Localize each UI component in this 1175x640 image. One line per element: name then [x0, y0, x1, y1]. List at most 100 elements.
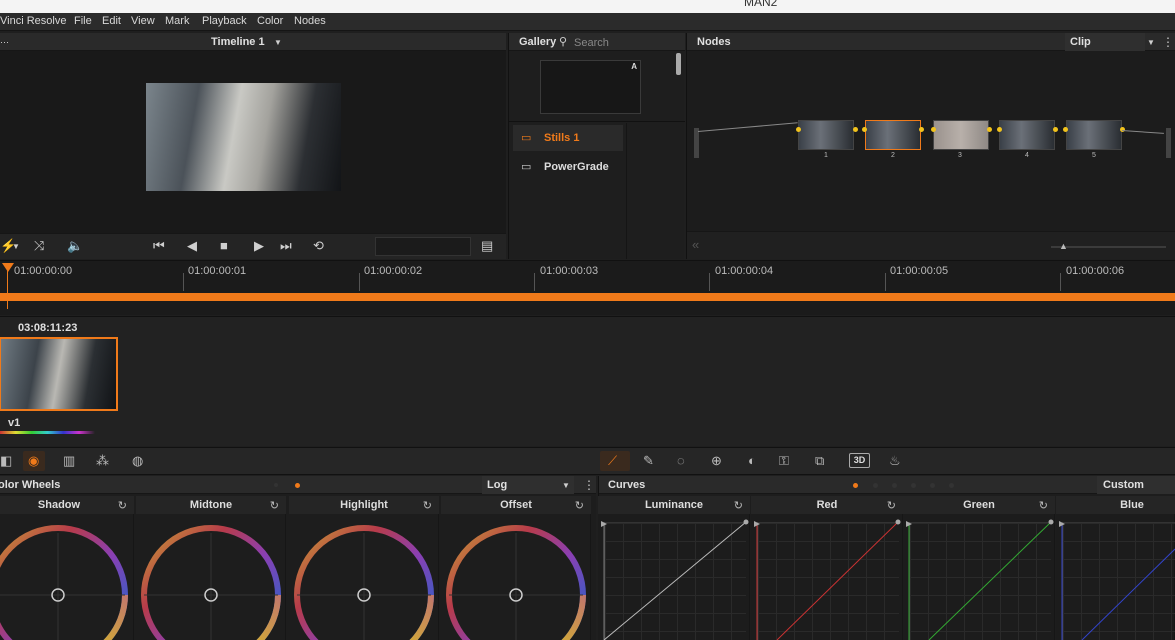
clip-range-bar[interactable]	[0, 293, 1175, 301]
reset-icon[interactable]: ↻	[423, 499, 432, 512]
drag-handle-icon[interactable]: ⋯	[0, 35, 9, 49]
album-stills-1[interactable]: ▭ Stills 1	[513, 125, 623, 151]
page-dot[interactable]	[853, 483, 858, 488]
node-4[interactable]	[999, 120, 1055, 150]
node-output-dot[interactable]	[1053, 127, 1058, 132]
reset-icon[interactable]: ↻	[1039, 499, 1048, 512]
timecode-field[interactable]	[375, 237, 471, 256]
title-bar: MAN2	[0, 0, 1175, 13]
fx-icon[interactable]: ♨	[889, 453, 901, 469]
loop-icon[interactable]: ⟲	[313, 239, 324, 253]
curve-label: Green	[903, 496, 1055, 514]
qualifier-eyedropper-icon[interactable]: ✎	[643, 453, 654, 469]
collapse-icon[interactable]: «	[692, 238, 699, 252]
input-handle[interactable]	[694, 128, 699, 158]
panel-menu-icon[interactable]: ⋮	[1162, 35, 1174, 49]
step-back-icon[interactable]: ◀	[187, 239, 197, 253]
playhead-marker[interactable]	[2, 263, 14, 272]
node-output-dot[interactable]	[853, 127, 858, 132]
wheel-mode-select[interactable]: Log ▼	[482, 476, 574, 494]
skip-end-icon[interactable]: ⏭	[280, 239, 292, 253]
timeline-selector[interactable]: Timeline 1	[211, 36, 265, 48]
node-input-dot[interactable]	[931, 127, 936, 132]
output-handle[interactable]	[1166, 128, 1171, 158]
node-input-dot[interactable]	[1063, 127, 1068, 132]
node-input-dot[interactable]	[997, 127, 1002, 132]
motion-icon[interactable]: ◍	[132, 453, 143, 469]
timecode-tick: 01:00:00:03	[540, 265, 599, 277]
node-output-dot[interactable]	[987, 127, 992, 132]
node-2[interactable]	[865, 120, 921, 150]
play-icon[interactable]: ▶	[254, 239, 264, 253]
page-dot[interactable]	[949, 483, 954, 488]
still-thumbnail[interactable]: A	[540, 60, 641, 114]
clip-thumbnail[interactable]	[0, 337, 118, 411]
reset-icon[interactable]: ↻	[575, 499, 584, 512]
zoom-slider-thumb[interactable]: ▲	[1059, 239, 1068, 253]
skip-start-icon[interactable]: ⏮	[153, 239, 165, 253]
menu-edit[interactable]: Edit	[102, 15, 121, 27]
node-output-dot[interactable]	[919, 127, 924, 132]
panel-menu-icon[interactable]: ⋮	[583, 478, 595, 492]
curves-tab[interactable]: ⟋	[600, 451, 630, 471]
clip-strip: 03:08:11:23 v1	[0, 316, 1175, 446]
node-number: 4	[1025, 152, 1029, 159]
camera-raw-icon[interactable]: ◧	[0, 453, 12, 469]
menu-nodes[interactable]: Nodes	[294, 15, 326, 27]
still-badge: A	[631, 62, 637, 71]
node-5[interactable]	[1066, 120, 1122, 150]
menu-mark[interactable]: Mark	[165, 15, 189, 27]
node-number: 3	[958, 152, 962, 159]
reset-icon[interactable]: ↻	[270, 499, 279, 512]
gallery-scrollbar[interactable]	[676, 53, 681, 75]
viewer-options-icon[interactable]: ▤	[481, 239, 493, 253]
album-powergrade[interactable]: ▭ PowerGrade	[513, 155, 623, 179]
reset-icon[interactable]: ↻	[734, 499, 743, 512]
curve-label: Red	[751, 496, 903, 514]
color-wheels-tab[interactable]: ◉	[23, 451, 45, 471]
page-dot[interactable]	[911, 483, 916, 488]
palette-toolbar	[0, 447, 1175, 475]
curves-title: Curves	[608, 479, 646, 491]
page-dot[interactable]	[295, 483, 300, 488]
sizing-icon[interactable]: ⧉	[815, 453, 824, 469]
node-mode-label: Clip	[1070, 36, 1091, 48]
node-input-dot[interactable]	[796, 127, 801, 132]
tracker-icon[interactable]: ⊕	[711, 453, 722, 469]
tool-dropdown-icon[interactable]: ▼	[12, 240, 20, 254]
volume-icon[interactable]: 🔈	[67, 239, 83, 253]
node-number: 1	[824, 152, 828, 159]
page-dot[interactable]	[873, 483, 878, 488]
curves-mode-select[interactable]: Custom	[1097, 476, 1175, 494]
page-dot[interactable]	[930, 483, 935, 488]
reset-icon[interactable]: ↻	[887, 499, 896, 512]
rgb-mixer-icon[interactable]: ⁂	[96, 453, 109, 469]
reset-icon[interactable]: ↻	[118, 499, 127, 512]
color-wheel-highlight	[294, 525, 434, 640]
node-3[interactable]	[933, 120, 989, 150]
key-icon[interactable]: ⚿	[779, 453, 789, 469]
node-1[interactable]	[798, 120, 854, 150]
stop-icon[interactable]: ■	[220, 239, 228, 253]
node-mode-select[interactable]: Clip ▼	[1065, 33, 1155, 51]
chevron-down-icon[interactable]: ▼	[1147, 36, 1155, 50]
zoom-slider[interactable]	[1051, 246, 1166, 248]
wheel-mode-label: Log	[487, 479, 508, 491]
menu-app[interactable]: Vinci Resolve	[0, 15, 66, 27]
chevron-down-icon[interactable]: ▼	[274, 36, 282, 50]
3d-icon[interactable]: 3D	[849, 453, 870, 468]
menu-view[interactable]: View	[131, 15, 155, 27]
menu-file[interactable]: File	[74, 15, 92, 27]
search-input[interactable]: Search	[574, 37, 609, 49]
window-title: MAN2	[744, 0, 778, 9]
menu-playback[interactable]: Playback	[202, 15, 247, 27]
shuffle-icon[interactable]: ⤨	[34, 239, 44, 253]
blur-icon[interactable]: ◐	[748, 453, 756, 468]
power-window-icon[interactable]: ◌	[677, 453, 685, 468]
clip-timecode: 03:08:11:23	[18, 322, 78, 334]
node-input-dot[interactable]	[862, 127, 867, 132]
menu-color[interactable]: Color	[257, 15, 283, 27]
page-dot[interactable]	[892, 483, 897, 488]
timeline-ruler[interactable]: 01:00:00:00 01:00:00:01 01:00:00:02 01:0…	[0, 260, 1175, 315]
primaries-bars-icon[interactable]: ▥	[63, 453, 75, 469]
